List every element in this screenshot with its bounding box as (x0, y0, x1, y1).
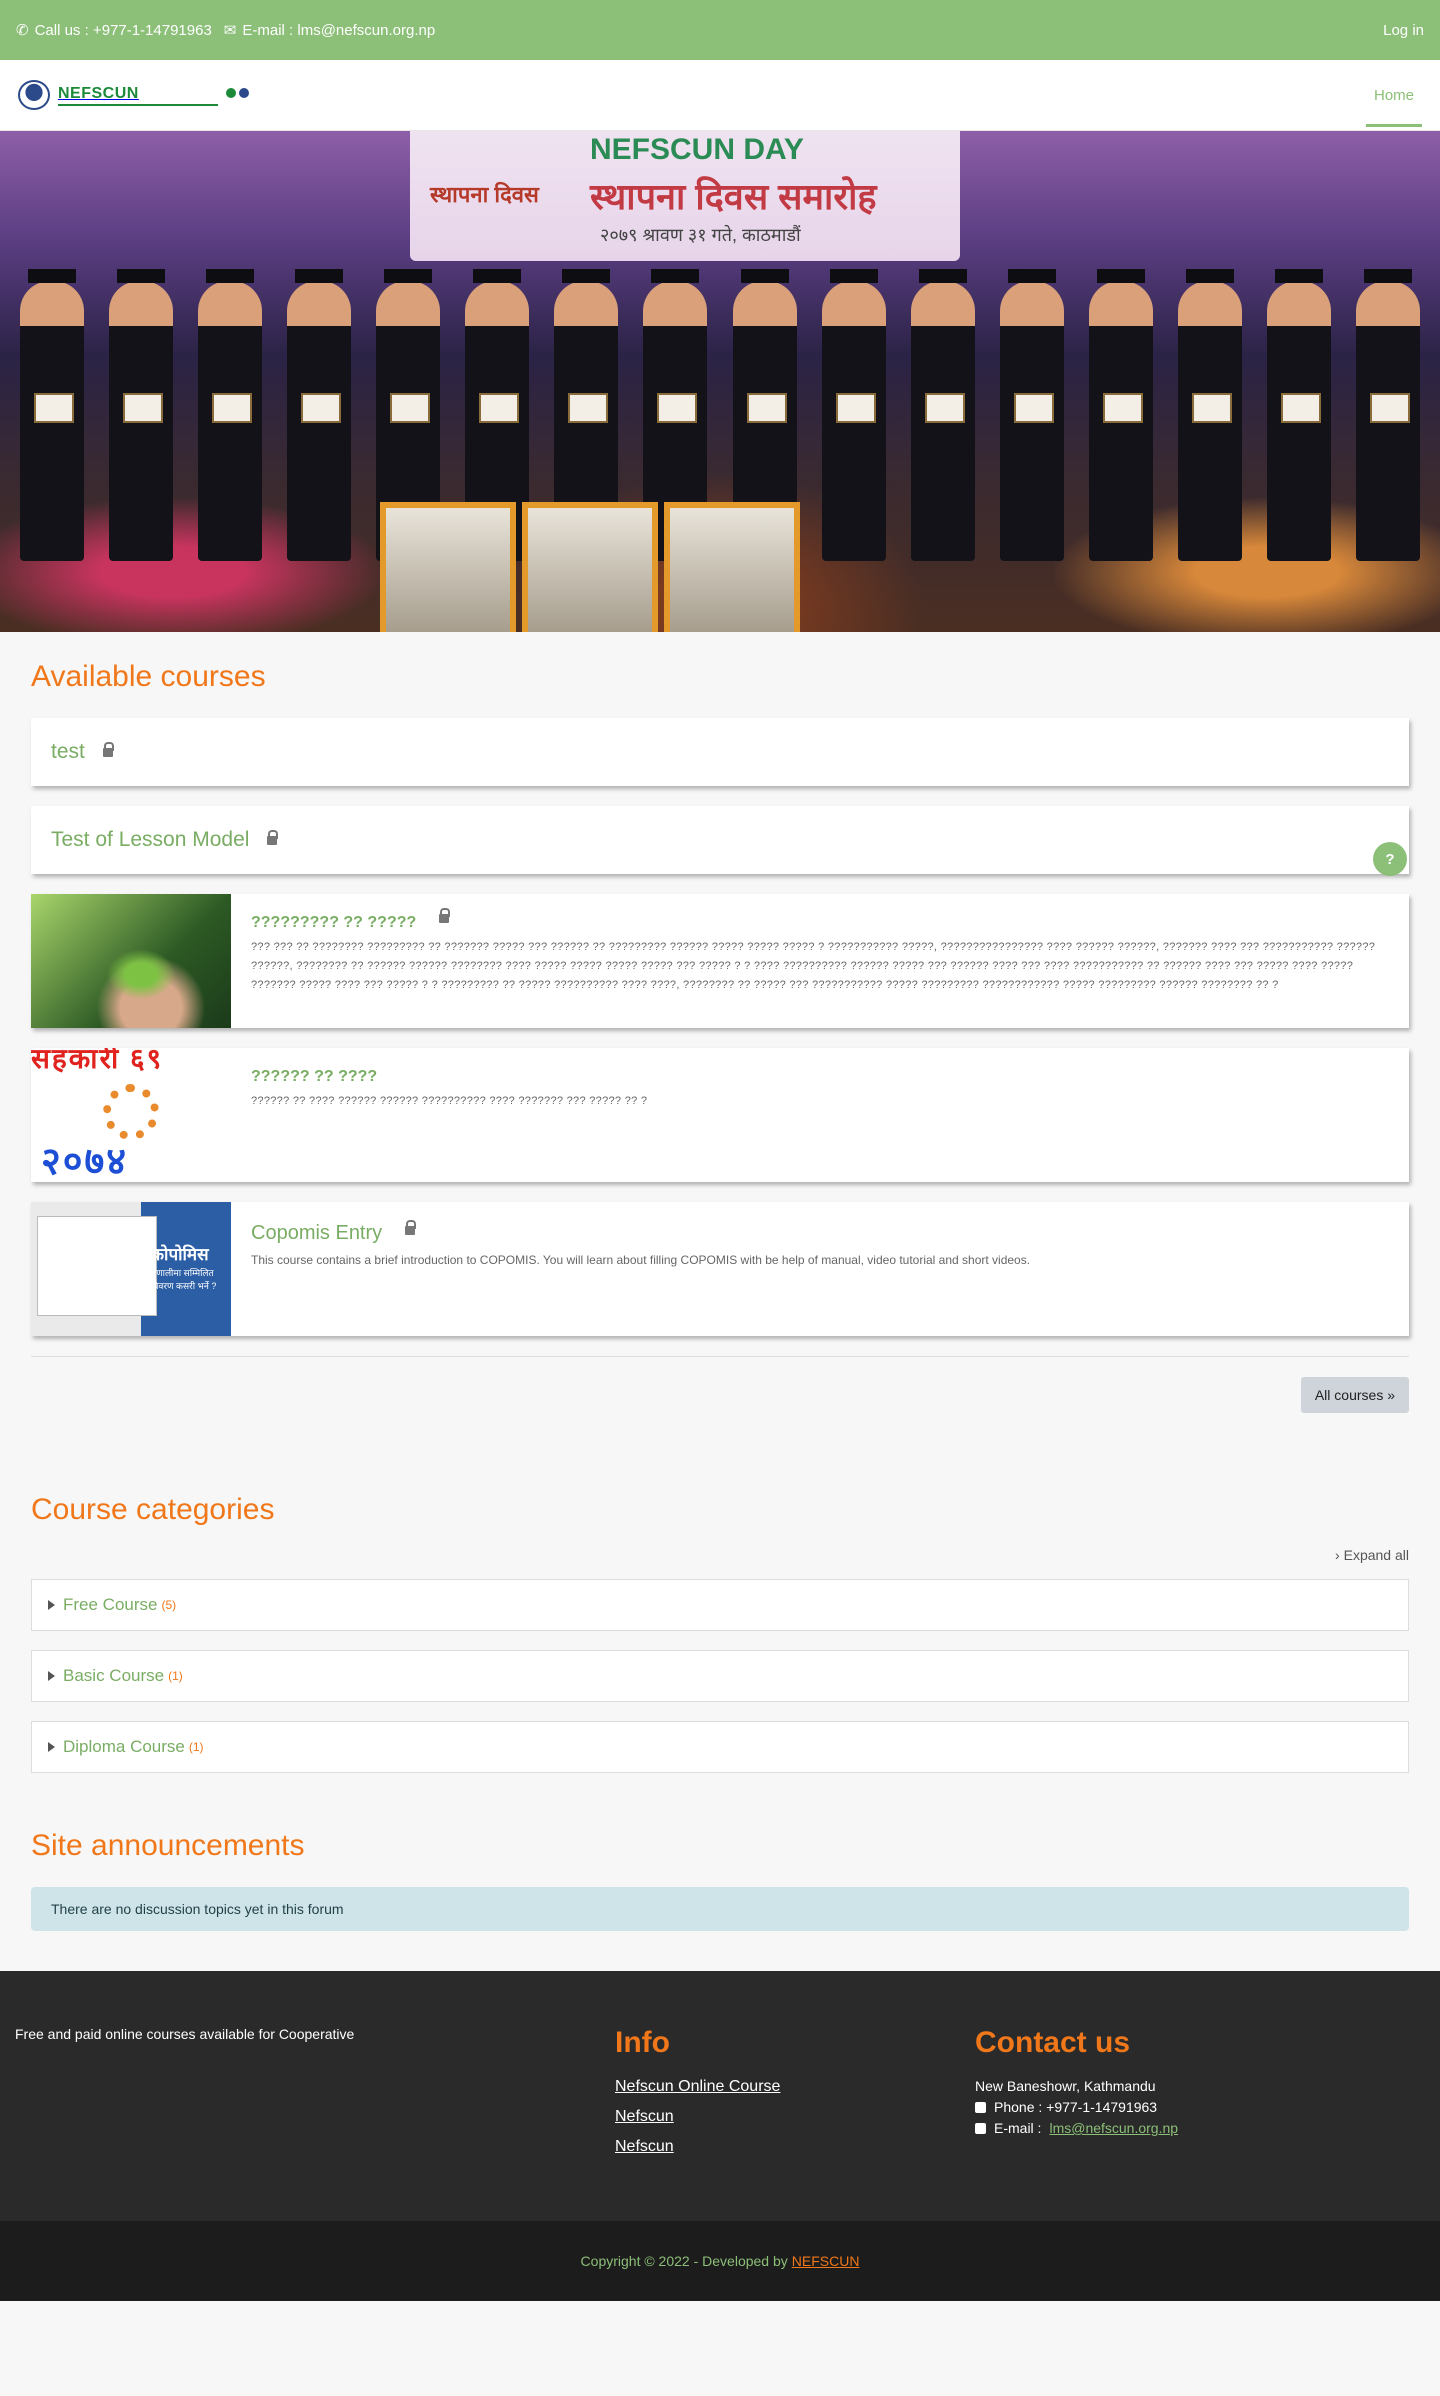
chevron-right-icon[interactable] (48, 1600, 55, 1610)
hero-image: स्थापना दिवस NEFSCUN DAY स्थापना दिवस सम… (0, 131, 1440, 632)
envelope-icon: ✉ (223, 22, 237, 39)
course-card: ????????? ?? ????? ??? ??? ?? ???????? ?… (31, 894, 1409, 1028)
top-bar: ✆ Call us : +977-1-14791963 ✉ E-mail : l… (0, 0, 1440, 60)
help-button[interactable]: ? (1373, 842, 1407, 876)
footer-link[interactable]: Nefscun (615, 2108, 975, 2126)
developer-link[interactable]: NEFSCUN (792, 2253, 860, 2269)
lock-open-icon (267, 829, 279, 845)
email-text: E-mail : lms@nefscun.org.np (242, 21, 436, 39)
course-thumbnail[interactable]: कोपोमिस प्रणालीमा सम्मिलित विवरण कसरी भर… (31, 1202, 231, 1336)
logo-name: NEFSCUN (58, 84, 139, 102)
site-logo[interactable]: NEFSCUN (18, 80, 262, 110)
available-courses-title: Available courses (31, 660, 266, 693)
course-link[interactable]: Copomis Entry (251, 1222, 382, 1244)
expand-all-link[interactable]: › Expand all (1335, 1547, 1409, 1563)
course-card: सहकारी ६९ २०७४ ?????? ?? ???? ?????? ?? … (31, 1048, 1409, 1182)
course-link[interactable]: Test of Lesson Model (51, 828, 249, 852)
lock-open-icon (404, 1220, 416, 1235)
footer-address: New Baneshowr, Kathmandu (975, 2078, 1156, 2094)
footer-link[interactable]: Nefscun (615, 2138, 975, 2156)
all-courses-button[interactable]: All courses » (1300, 1377, 1409, 1413)
course-summary: ??? ??? ?? ???????? ????????? ?? ???????… (251, 941, 1376, 991)
phone-text: Call us : +977-1-14791963 (34, 21, 212, 39)
course-thumbnail[interactable]: सहकारी ६९ २०७४ (31, 1048, 231, 1182)
navbar: NEFSCUN Home (0, 60, 1440, 131)
lock-open-icon (438, 908, 450, 923)
footer-contact-title: Contact us (975, 2026, 1131, 2059)
chevron-right-icon[interactable] (48, 1671, 55, 1681)
course-thumbnail[interactable] (31, 894, 231, 1028)
phone-info: ✆ Call us : +977-1-14791963 (16, 21, 212, 40)
categories-title: Course categories (31, 1493, 275, 1526)
login-link[interactable]: Log in (1383, 22, 1424, 39)
course-link[interactable]: ?????? ?? ???? (251, 1068, 377, 1085)
email-info: ✉ E-mail : lms@nefscun.org.np (223, 21, 436, 40)
site-announcements: Site announcements There are no discussi… (31, 1829, 1409, 1931)
nav-home[interactable]: Home (1365, 63, 1422, 127)
category-item[interactable]: Diploma Course (1) (31, 1721, 1409, 1773)
course-card: Test of Lesson Model ? (31, 806, 1409, 876)
course-card: कोपोमिस प्रणालीमा सम्मिलित विवरण कसरी भर… (31, 1202, 1409, 1336)
no-topics-alert: There are no discussion topics yet in th… (31, 1887, 1409, 1931)
logo-badge-icon (226, 88, 262, 102)
phone-icon: ✆ (16, 22, 29, 39)
copyright-bar: Copyright © 2022 - Developed by NEFSCUN (0, 2221, 1440, 2301)
footer-email-link[interactable]: lms@nefscun.org.np (1049, 2120, 1178, 2136)
course-summary: This course contains a brief introductio… (251, 1253, 1031, 1267)
envelope-icon (975, 2122, 986, 2134)
footer-info-title: Info (615, 2026, 670, 2059)
course-link[interactable]: test (51, 740, 85, 764)
course-categories: Course categories › Expand all Free Cour… (31, 1493, 1409, 1773)
lock-open-icon (102, 741, 114, 757)
announcements-title: Site announcements (31, 1829, 305, 1862)
category-item[interactable]: Free Course (5) (31, 1579, 1409, 1631)
phone-icon (975, 2101, 986, 2113)
footer: Free and paid online courses available f… (0, 1971, 1440, 2301)
logo-mark-icon (18, 80, 50, 110)
hero-banner: स्थापना दिवस NEFSCUN DAY स्थापना दिवस सम… (410, 131, 960, 261)
footer-tagline: Free and paid online courses available f… (15, 2026, 355, 2042)
course-link[interactable]: ????????? ?? ????? (251, 914, 416, 931)
hero-portraits (380, 502, 800, 632)
category-item[interactable]: Basic Course (1) (31, 1650, 1409, 1702)
course-summary: ?????? ?? ???? ?????? ?????? ?????????? … (251, 1095, 648, 1107)
footer-link[interactable]: Nefscun Online Course (615, 2078, 975, 2096)
main-content: Available courses test Test of Lesson Mo… (0, 632, 1440, 1971)
course-card: test (31, 718, 1409, 786)
chevron-right-icon[interactable] (48, 1742, 55, 1752)
